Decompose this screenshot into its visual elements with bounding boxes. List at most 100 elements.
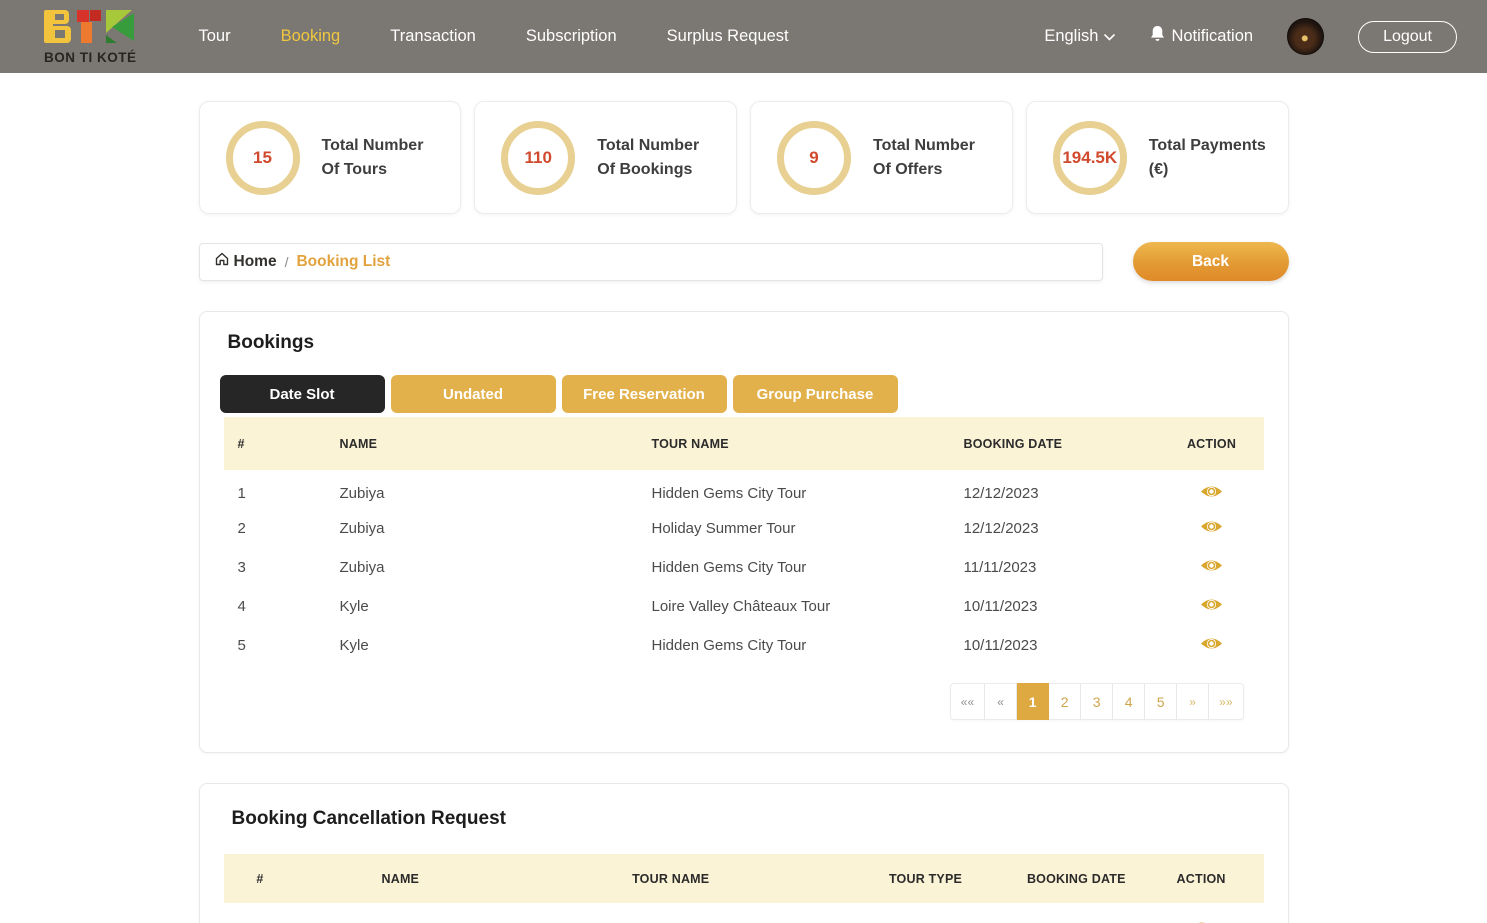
row-number: 2 (224, 509, 328, 548)
bell-icon (1149, 25, 1166, 48)
row-name: Zubiya (328, 548, 640, 587)
row-number: 1 (224, 903, 297, 923)
row-name: Kyle (328, 587, 640, 626)
row-date: 10/11/2023 (952, 587, 1160, 626)
breadcrumb-home-label: Home (234, 253, 277, 271)
row-tour: Hidden Gems City Tour (640, 626, 952, 665)
language-label: English (1044, 27, 1098, 46)
table-row: 1 Zubiya Hidden Gems City Tour 12/12/202… (224, 470, 1264, 509)
user-avatar[interactable] (1287, 18, 1324, 55)
stat-ring: 110 (501, 121, 575, 195)
stats-row: 15 Total Number Of Tours 110 Total Numbe… (199, 101, 1289, 214)
tab-date-slot[interactable]: Date Slot (220, 375, 385, 413)
col-action: ACTION (1160, 417, 1264, 470)
stat-value: 110 (525, 148, 552, 168)
pagination-next[interactable]: » (1177, 683, 1209, 720)
pagination-page-5[interactable]: 5 (1145, 683, 1177, 720)
col-tour-type: TOUR TYPE (837, 854, 1014, 903)
row-number: 5 (224, 626, 328, 665)
pagination-last[interactable]: »» (1209, 683, 1243, 720)
pagination-first[interactable]: «« (950, 683, 985, 720)
row-name: Zubiya (328, 470, 640, 509)
back-button[interactable]: Back (1133, 242, 1289, 281)
stat-card-total-bookings: 110 Total Number Of Bookings (474, 101, 737, 214)
row-name: Kyle (328, 626, 640, 665)
row-number: 3 (224, 548, 328, 587)
view-cancellation-icon[interactable] (1190, 920, 1213, 923)
view-booking-icon[interactable] (1200, 484, 1223, 499)
col-name: NAME (328, 417, 640, 470)
row-tour: Hidden Gems City Tour (640, 548, 952, 587)
nav-item-tour[interactable]: Tour (199, 27, 231, 46)
col-booking-date: BOOKING DATE (952, 417, 1160, 470)
view-booking-icon[interactable] (1200, 636, 1223, 651)
stat-value: 9 (809, 148, 818, 168)
tab-undated[interactable]: Undated (391, 375, 556, 413)
view-booking-icon[interactable] (1200, 519, 1223, 534)
cancellation-table: # NAME TOUR NAME TOUR TYPE BOOKING DATE … (224, 854, 1264, 923)
pagination-page-2[interactable]: 2 (1049, 683, 1081, 720)
nav-item-subscription[interactable]: Subscription (526, 27, 617, 46)
row-tour-type: Free Reservation (837, 903, 1014, 923)
row-date: 10/11/2023 (952, 626, 1160, 665)
breadcrumb: Home / Booking List (199, 243, 1103, 281)
col-name: NAME (296, 854, 504, 903)
table-row: 4 Kyle Loire Valley Châteaux Tour 10/11/… (224, 587, 1264, 626)
row-tour: Loire Valley Châteaux Tour (640, 587, 952, 626)
row-date: 12/12/2023 (952, 509, 1160, 548)
nav-item-transaction[interactable]: Transaction (390, 27, 476, 46)
row-date: 11/11/2023 (952, 548, 1160, 587)
table-row: 5 Kyle Hidden Gems City Tour 10/11/2023 (224, 626, 1264, 665)
logout-button[interactable]: Logout (1358, 21, 1457, 53)
stat-label: Total Number Of Bookings (597, 134, 718, 182)
booking-type-tabs: Date Slot Undated Free Reservation Group… (220, 375, 1268, 413)
col-booking-date: BOOKING DATE (1014, 854, 1139, 903)
col-number: # (224, 417, 328, 470)
nav-item-surplus-request[interactable]: Surplus Request (667, 27, 789, 46)
col-number: # (224, 854, 297, 903)
stat-value: 15 (253, 148, 272, 168)
view-booking-icon[interactable] (1200, 597, 1223, 612)
pagination-page-4[interactable]: 4 (1113, 683, 1145, 720)
row-date: 12/12/2023 (1014, 903, 1139, 923)
stat-value: 194.5K (1062, 148, 1117, 168)
row-date: 12/12/2023 (952, 470, 1160, 509)
main-nav: Tour Booking Transaction Subscription Su… (199, 27, 789, 46)
notification-button[interactable]: Notification (1149, 25, 1253, 48)
top-navbar: BON TI KOTÉ Tour Booking Transaction Sub… (0, 0, 1487, 73)
pagination-page-3[interactable]: 3 (1081, 683, 1113, 720)
stat-card-total-offers: 9 Total Number Of Offers (750, 101, 1013, 214)
pagination-prev[interactable]: « (985, 683, 1017, 720)
notification-label: Notification (1171, 27, 1253, 46)
row-tour: Jet Skii (504, 903, 837, 923)
bookings-panel: Bookings Date Slot Undated Free Reservat… (199, 311, 1289, 753)
row-name: Zubiya (328, 509, 640, 548)
pagination-page-1[interactable]: 1 (1017, 683, 1049, 720)
table-row: 2 Zubiya Holiday Summer Tour 12/12/2023 (224, 509, 1264, 548)
row-name: Kyle (296, 903, 504, 923)
col-tour-name: TOUR NAME (504, 854, 837, 903)
breadcrumb-current-page: Booking List (296, 253, 390, 271)
tab-group-purchase[interactable]: Group Purchase (733, 375, 898, 413)
stat-card-total-tours: 15 Total Number Of Tours (199, 101, 462, 214)
stat-ring: 15 (226, 121, 300, 195)
brand-name: BON TI KOTÉ (44, 51, 137, 65)
bookings-table: # NAME TOUR NAME BOOKING DATE ACTION 1 Z… (224, 417, 1264, 665)
row-tour: Holiday Summer Tour (640, 509, 952, 548)
language-selector[interactable]: English (1044, 27, 1115, 46)
chevron-down-icon (1104, 27, 1115, 46)
cancellation-table-header: # NAME TOUR NAME TOUR TYPE BOOKING DATE … (224, 854, 1264, 903)
tab-free-reservation[interactable]: Free Reservation (562, 375, 727, 413)
stat-label: Total Number Of Offers (873, 134, 994, 182)
brand-logo[interactable]: BON TI KOTÉ (44, 9, 137, 65)
view-booking-icon[interactable] (1200, 558, 1223, 573)
btk-logo-icon (44, 9, 136, 49)
row-number: 1 (224, 470, 328, 509)
breadcrumb-home-link[interactable]: Home (214, 251, 277, 272)
col-tour-name: TOUR NAME (640, 417, 952, 470)
cancellation-panel: Booking Cancellation Request # NAME TOUR… (199, 783, 1289, 923)
stat-label: Total Payments (€) (1149, 134, 1270, 182)
row-number: 4 (224, 587, 328, 626)
nav-item-booking[interactable]: Booking (281, 27, 341, 46)
breadcrumb-separator: / (285, 254, 289, 270)
